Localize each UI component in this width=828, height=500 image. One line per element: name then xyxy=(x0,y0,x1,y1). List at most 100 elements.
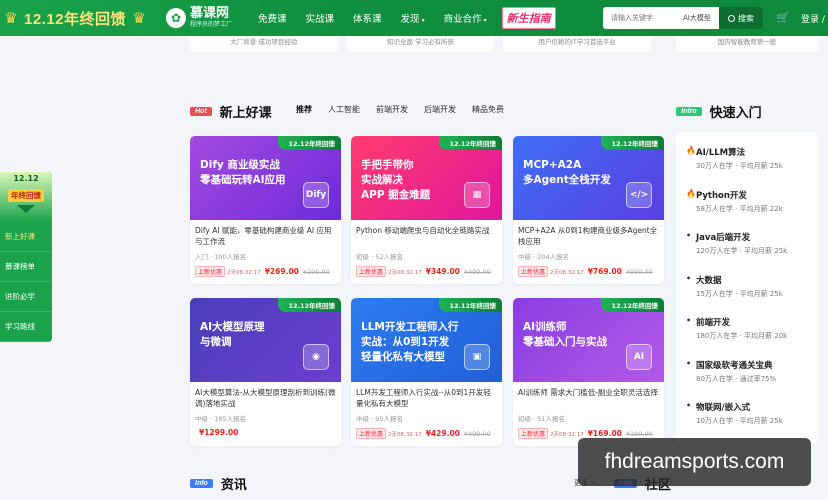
quick-start-stats: 180万人在学 · 平均月薪 20k xyxy=(696,332,788,340)
logo-mark-icon: ✿ xyxy=(166,8,186,28)
course-meta: 中级 · 204人报名 xyxy=(518,253,570,261)
flame-icon: 🔥 xyxy=(686,146,696,155)
course-title[interactable]: Python 移动端爬虫与自动化全链路实战 xyxy=(356,225,497,248)
course-art-icon: AI xyxy=(626,344,652,370)
course-price: ¥269.00 xyxy=(264,267,299,276)
course-meta: 初级 · 51人报名 xyxy=(518,415,565,423)
feature-card: 国内智能教育第一股 xyxy=(676,36,818,52)
nav-item-system[interactable]: 体系课 xyxy=(353,11,382,25)
course-card[interactable]: 12.12年终回馈 AI大模型原理 与微调 ◉ AI大模型算法-从大模型原理剖析到… xyxy=(190,298,341,446)
course-banner[interactable]: 12.12年终回馈 手把手带你 实战解决 APP 掘金难题 ▦ xyxy=(351,136,502,220)
nav-item-free[interactable]: 免费课 xyxy=(258,11,287,25)
feature-card: 知识全面 学习必有所获 xyxy=(346,36,495,52)
search-input[interactable] xyxy=(603,14,673,22)
sidebar-year: 12.12 xyxy=(13,174,39,183)
countdown: 2天08:32:17 xyxy=(388,269,422,276)
tab-frontend[interactable]: 前端开发 xyxy=(376,104,408,115)
quick-start-name: 前端开发 xyxy=(696,318,731,328)
original-price: ¥199.00 xyxy=(625,429,653,438)
course-price-row: ¥1299.00 xyxy=(195,428,336,437)
course-price: ¥429.00 xyxy=(425,429,460,438)
original-price: ¥900.00 xyxy=(625,267,653,276)
sidebar-badge: 年终回馈 xyxy=(8,189,44,202)
nav-item-practical[interactable]: 实战课 xyxy=(306,11,335,25)
course-banner[interactable]: 12.12年终回馈 MCP+A2A 多Agent全栈开发 </> xyxy=(513,136,664,220)
promo-banner[interactable]: ♛ 12.12年终回馈 ♛ xyxy=(0,0,150,36)
quick-start-item[interactable]: • 前端开发 180万人在学 · 平均月薪 20k xyxy=(686,316,787,341)
bullet-icon: • xyxy=(686,316,692,325)
cart-icon[interactable]: 🛒 xyxy=(776,11,790,24)
sidebar-item-new-courses[interactable]: 新上好课 xyxy=(0,222,52,252)
sidebar-item-advanced[interactable]: 进阶必学 xyxy=(0,282,52,312)
ribbon-tail-icon xyxy=(17,205,35,213)
course-art-icon: </> xyxy=(626,182,652,208)
course-title[interactable]: AI大模型算法-从大模型原理剖析到训练(微调)落地实战 xyxy=(195,387,336,410)
tab-free[interactable]: 精品免费 xyxy=(472,104,504,115)
nav-item-business[interactable]: 商业合作 ▾ xyxy=(444,11,487,25)
intro-badge: Intro xyxy=(676,107,702,116)
original-price: ¥399.00 xyxy=(463,267,491,276)
tab-backend[interactable]: 后端开发 xyxy=(424,104,456,115)
section-title: 资讯 xyxy=(220,478,247,493)
hot-badge: Hot xyxy=(190,107,212,116)
quick-start-item[interactable]: 🔥 Python开发 58万人在学 · 平均月薪 22k xyxy=(686,189,783,214)
course-card[interactable]: 12.12年终回馈 AI训练师 零基础入门与实战 AI AI训练师 需求大门槛低-… xyxy=(513,298,664,446)
course-banner[interactable]: 12.12年终回馈 Dify 商业级实战 零基础玩转AI应用 Dify xyxy=(190,136,341,220)
newbie-guide-button[interactable]: 新生指南 xyxy=(501,7,556,29)
crown-icon: ♛ xyxy=(4,9,18,27)
promo-ribbon: 12.12年终回馈 xyxy=(439,298,502,312)
course-title[interactable]: LLM开发工程师入行实战--从0到1开发轻量化私有大模型 xyxy=(356,387,497,410)
quick-start-item[interactable]: • Java后端开发 120万人在学 · 平均月薪 25k xyxy=(686,231,787,256)
course-meta: 入门 · 100人报名 xyxy=(195,253,247,261)
course-card[interactable]: 12.12年终回馈 Dify 商业级实战 零基础玩转AI应用 Dify Dify … xyxy=(190,136,341,284)
course-card[interactable]: 12.12年终回馈 MCP+A2A 多Agent全栈开发 </> MCP+A2A … xyxy=(513,136,664,284)
course-banner[interactable]: 12.12年终回馈 LLM开发工程师入行 实战：从0到1开发 轻量化私有大模型 ▣ xyxy=(351,298,502,382)
search-hot-tag[interactable]: AI大模型 xyxy=(683,13,719,23)
course-title[interactable]: Dify AI 赋能，零基础构建商业级 AI 应用与工作流 xyxy=(195,225,336,248)
banner-line: MCP+A2A xyxy=(523,159,582,171)
sidebar-item-roadmap[interactable]: 学习路线 xyxy=(0,312,52,342)
quick-start-item[interactable]: • 大数据 15万人在学 · 平均月薪 25k xyxy=(686,274,783,299)
login-link[interactable]: 登录 / xyxy=(801,12,825,25)
course-art-icon: ▦ xyxy=(464,182,490,208)
promo-ribbon: 12.12年终回馈 xyxy=(278,298,341,312)
tab-recommend[interactable]: 推荐 xyxy=(296,104,312,115)
feature-card: 用户信赖的IT学习首选平台 xyxy=(503,36,652,52)
countdown: 2天08:32:17 xyxy=(550,431,584,438)
tab-ai[interactable]: 人工智能 xyxy=(328,104,360,115)
quick-start-stats: 58万人在学 · 平均月薪 22k xyxy=(696,204,783,213)
quick-start-stats: 80万人在学 · 通过率75% xyxy=(696,374,777,383)
quick-start-item[interactable]: • 物联网/嵌入式 10万人在学 · 平均月薪 25k xyxy=(686,401,783,426)
course-title[interactable]: MCP+A2A 从0到1构建商业级多Agent全栈应用 xyxy=(518,225,659,248)
course-banner[interactable]: 12.12年终回馈 AI大模型原理 与微调 ◉ xyxy=(190,298,341,382)
quick-start-item[interactable]: • 国家级软考通关宝典 80万人在学 · 通过率75% xyxy=(686,359,776,384)
course-art-icon: ◉ xyxy=(303,344,329,370)
course-card[interactable]: 12.12年终回馈 手把手带你 实战解决 APP 掘金难题 ▦ Python 移动端… xyxy=(351,136,502,284)
search-button[interactable]: 搜索 xyxy=(719,7,763,29)
banner-line: Dify 商业级实战 xyxy=(200,159,280,171)
countdown: 2天08:32:17 xyxy=(550,269,584,276)
info-badge: Info xyxy=(190,479,213,488)
section-title: 快速入门 xyxy=(709,106,762,121)
nav-item-discover[interactable]: 发现 ▾ xyxy=(401,11,425,25)
quick-start-name: 物联网/嵌入式 xyxy=(696,403,751,413)
course-card[interactable]: 12.12年终回馈 LLM开发工程师入行 实战：从0到1开发 轻量化私有大模型 ▣ … xyxy=(351,298,502,446)
site-logo[interactable]: ✿ 慕课网 程序员的梦工厂 xyxy=(166,7,246,29)
crown-icon: ♛ xyxy=(132,9,146,27)
quick-start-item[interactable]: 🔥 AI/LLM算法 30万人在学 · 平均月薪 25k xyxy=(686,146,783,171)
course-price-row: 上新优惠 2天08:32:17 ¥429.00 ¥499.00 xyxy=(356,428,497,439)
search-icon xyxy=(728,14,735,22)
logo-slogan: 程序员的梦工厂 xyxy=(190,21,233,28)
quick-start-name: Java后端开发 xyxy=(696,233,751,243)
promo-ribbon: 12.12年终回馈 xyxy=(601,298,664,312)
quick-start-header: Intro 快速入门 xyxy=(676,102,762,121)
course-title[interactable]: AI训练师 需求大门槛低-副业全职灵活选择 xyxy=(518,387,659,410)
quick-start-stats: 15万人在学 · 平均月薪 25k xyxy=(696,289,783,298)
course-meta: 中级 · 185人报名 xyxy=(195,415,247,423)
countdown: 2天08:32:17 xyxy=(388,431,422,438)
sidebar-item-rankings[interactable]: 慕课榜单 xyxy=(0,252,52,282)
course-art-icon: ▣ xyxy=(464,344,490,370)
course-banner[interactable]: 12.12年终回馈 AI训练师 零基础入门与实战 AI xyxy=(513,298,664,382)
promo-ribbon: 12.12年终回馈 xyxy=(278,136,341,150)
quick-start-stats: 30万人在学 · 平均月薪 25k xyxy=(696,162,783,170)
